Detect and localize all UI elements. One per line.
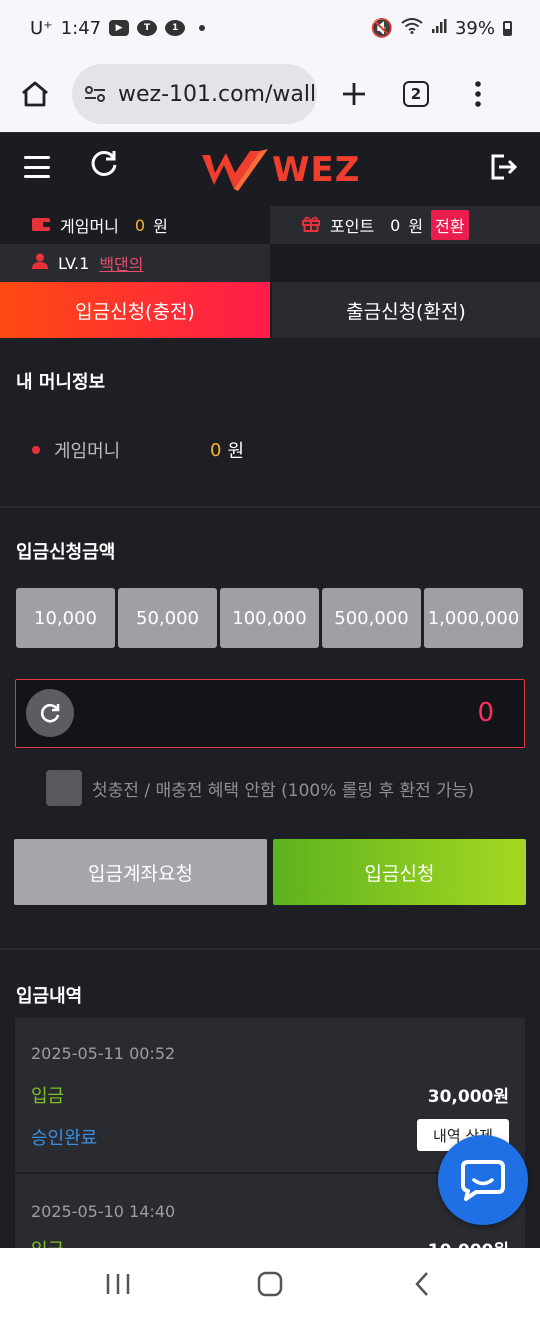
tab-switcher-button[interactable]: 2 <box>393 71 439 117</box>
chat-icon <box>461 1160 505 1201</box>
chat-button[interactable] <box>438 1135 528 1225</box>
wallet-icon <box>32 216 50 235</box>
point-value: 0 <box>390 215 401 235</box>
bullet-dot <box>32 446 40 454</box>
site-header: WEZ <box>0 132 540 206</box>
amount-100000-button[interactable]: 100,000 <box>220 588 319 648</box>
talk-icon: T <box>137 20 158 36</box>
user-summary: LV.1 백댄의 <box>0 244 540 282</box>
home-nav-icon <box>257 1271 283 1297</box>
game-money-summary: 게임머니 0 원 <box>0 206 270 244</box>
gift-icon <box>302 215 320 236</box>
deposit-submit-button[interactable]: 입금신청 <box>273 839 526 905</box>
history-item: 2025-05-11 00:52 입금 30,000원 승인완료 내역 삭제 <box>15 1018 525 1172</box>
battery-percent: 39% <box>454 17 495 39</box>
tab-withdraw[interactable]: 출금신청(환전) <box>270 282 540 338</box>
more-notifications-dot <box>199 25 206 31</box>
tab-count: 2 <box>403 81 429 107</box>
reset-icon <box>40 703 60 723</box>
history-status: 승인완료 <box>31 1128 98 1149</box>
url-text: wez-101.com/wall <box>118 81 317 107</box>
money-info-value: 0 <box>210 439 222 461</box>
history-date: 2025-05-10 14:40 <box>31 1202 176 1221</box>
money-info-row: 게임머니 0 원 <box>32 437 244 463</box>
home-nav-button[interactable] <box>250 1268 290 1300</box>
more-vertical-icon <box>475 81 481 107</box>
account-summary: 게임머니 0 원 포인트 0 원 전환 <box>0 206 540 244</box>
user-level: LV.1 백댄의 <box>0 244 270 282</box>
bonus-opt-out-checkbox[interactable] <box>46 770 82 806</box>
game-money-value: 0 <box>134 215 146 235</box>
user-summary-blank <box>270 244 540 282</box>
deposit-amount-field[interactable]: 0 <box>15 679 525 748</box>
signal-icon <box>431 18 447 39</box>
site-logo[interactable]: WEZ <box>200 145 360 195</box>
level-label: LV.1 <box>58 253 90 273</box>
bonus-opt-out-label: 첫충전 / 매충전 혜택 안함 (100% 롤링 후 환전 가능) <box>92 780 475 801</box>
history-title: 입금내역 <box>16 986 83 1007</box>
carrier-label: U⁺ <box>30 17 53 39</box>
tab-deposit[interactable]: 입금신청(충전) <box>0 282 270 338</box>
amount-10000-button[interactable]: 10,000 <box>16 588 115 648</box>
amount-500000-button[interactable]: 500,000 <box>322 588 421 648</box>
money-info-unit: 원 <box>227 441 245 462</box>
convert-button[interactable]: 전환 <box>431 210 469 240</box>
browser-menu-button[interactable] <box>455 71 501 117</box>
status-bar: U⁺ 1:47 ▶ T 1 🔇 39% <box>0 0 540 56</box>
recent-apps-button[interactable] <box>98 1268 138 1300</box>
menu-icon[interactable] <box>24 156 50 178</box>
site-settings-icon[interactable] <box>82 84 108 104</box>
reset-amount-button[interactable] <box>26 689 74 737</box>
system-nav-bar <box>0 1248 540 1320</box>
address-bar[interactable]: wez-101.com/wall <box>72 64 317 124</box>
amount-50000-button[interactable]: 50,000 <box>118 588 217 648</box>
money-info-label: 게임머니 <box>54 441 121 462</box>
logo-mark <box>202 149 268 191</box>
youtube-icon: ▶ <box>109 20 130 36</box>
new-tab-button[interactable] <box>331 71 377 117</box>
clock: 1:47 <box>60 17 102 39</box>
plus-icon <box>343 83 365 105</box>
history-amount: 10,000원 <box>428 1236 509 1248</box>
home-button[interactable] <box>12 71 58 117</box>
mute-icon: 🔇 <box>370 17 393 39</box>
recent-apps-icon <box>106 1274 130 1294</box>
deposit-amount-value: 0 <box>477 698 494 728</box>
bonus-opt-out[interactable]: 첫충전 / 매충전 혜택 안함 (100% 롤링 후 환전 가능) <box>46 770 474 806</box>
game-money-unit: 원 <box>153 217 168 236</box>
history-date: 2025-05-11 00:52 <box>31 1044 176 1063</box>
point-label: 포인트 <box>330 217 375 236</box>
wifi-icon <box>401 17 423 39</box>
history-type: 입금 <box>31 1086 65 1107</box>
browser-toolbar: wez-101.com/wall 2 <box>0 56 540 132</box>
battery-icon <box>503 20 512 36</box>
money-info-section <box>0 338 540 506</box>
refresh-icon[interactable] <box>90 149 118 185</box>
account-request-button[interactable]: 입금계좌요청 <box>14 839 267 905</box>
notification-count-icon: 1 <box>165 20 186 36</box>
amount-options: 10,000 50,000 100,000 500,000 1,000,000 <box>16 588 523 648</box>
point-unit: 원 <box>408 217 424 236</box>
money-info-title: 내 머니정보 <box>16 372 106 393</box>
wallet-tabs: 입금신청(충전) 출금신청(환전) <box>0 282 540 338</box>
logout-icon[interactable] <box>490 153 518 181</box>
point-summary: 포인트 0 원 전환 <box>270 206 540 244</box>
username-link[interactable]: 백댄의 <box>99 251 143 275</box>
history-amount: 30,000원 <box>427 1087 509 1107</box>
home-icon <box>22 81 48 107</box>
deposit-title: 입금신청금액 <box>16 542 116 563</box>
back-button[interactable] <box>402 1268 442 1300</box>
logo-text: WEZ <box>272 150 361 190</box>
history-type: 입금 <box>31 1236 64 1248</box>
user-icon <box>32 253 48 273</box>
amount-1000000-button[interactable]: 1,000,000 <box>424 588 523 648</box>
back-icon <box>415 1272 428 1296</box>
game-money-label: 게임머니 <box>60 217 119 236</box>
